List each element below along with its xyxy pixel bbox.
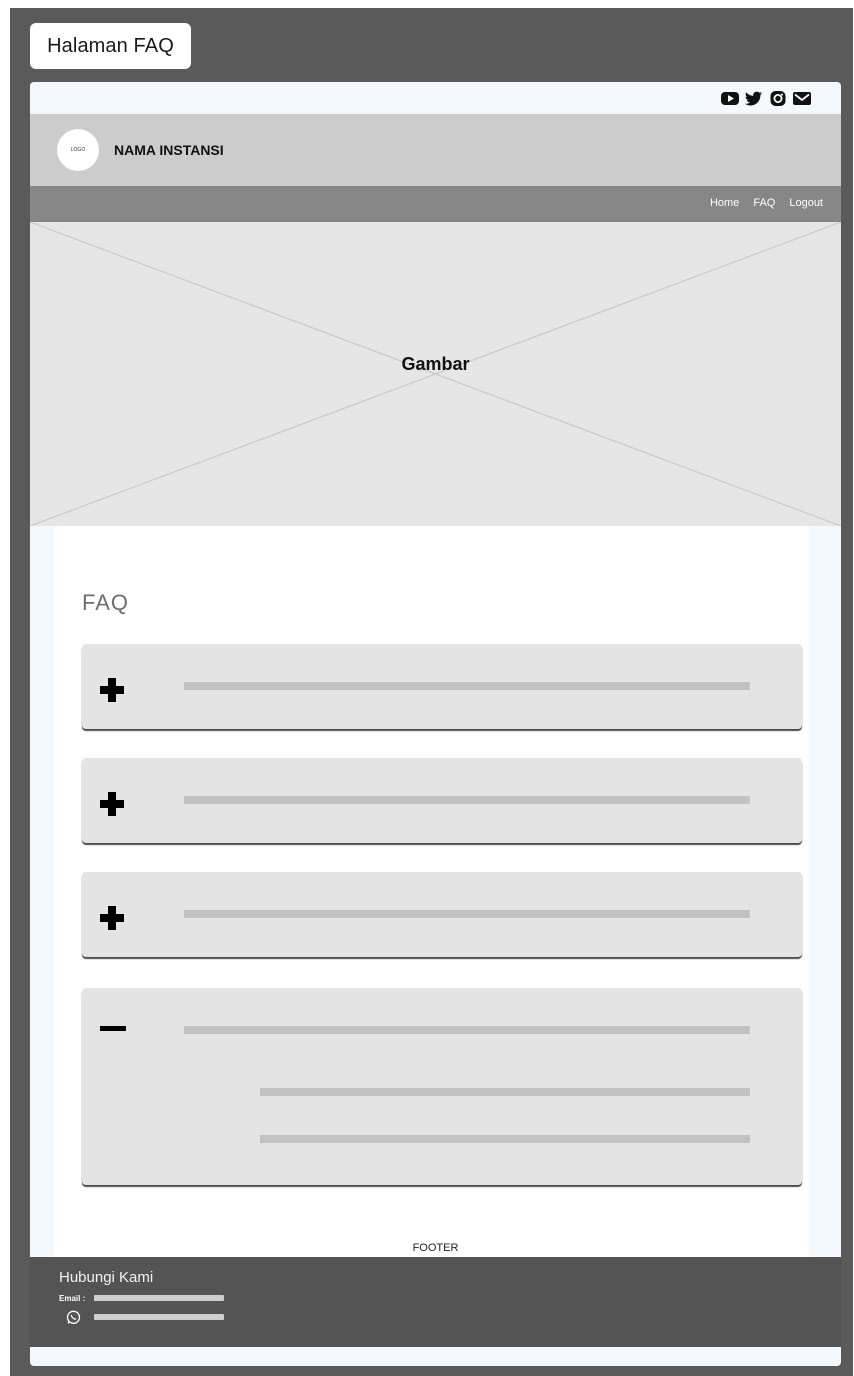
- minus-icon[interactable]: [98, 1016, 126, 1044]
- mail-icon[interactable]: [793, 90, 811, 107]
- social-topbar: [30, 82, 841, 114]
- nav-links: Home FAQ Logout: [710, 197, 823, 209]
- page-window: LOGO NAMA INSTANSI Home FAQ Logout Gamba…: [30, 82, 841, 1366]
- plus-icon[interactable]: [98, 790, 126, 818]
- plus-icon[interactable]: [98, 904, 126, 932]
- nav-faq-link[interactable]: FAQ: [753, 197, 775, 209]
- whatsapp-icon[interactable]: [66, 1310, 81, 1325]
- footer-email-label: Email :: [59, 1294, 86, 1303]
- footer-phone-placeholder: [94, 1314, 224, 1320]
- faq-question-placeholder: [184, 1026, 750, 1034]
- faq-section: FAQ: [54, 526, 809, 1257]
- faq-item-expanded[interactable]: [82, 988, 802, 1185]
- org-name: NAMA INSTANSI: [114, 142, 224, 158]
- footer-label: FOOTER: [412, 1242, 459, 1254]
- nav-logout-link[interactable]: Logout: [789, 197, 823, 209]
- instagram-icon[interactable]: [769, 90, 787, 107]
- site-header: LOGO NAMA INSTANSI: [30, 114, 841, 186]
- youtube-icon[interactable]: [721, 90, 739, 107]
- faq-question-placeholder: [184, 796, 750, 804]
- hero-image-placeholder: Gambar: [30, 222, 841, 526]
- hero-label: Gambar: [401, 354, 470, 374]
- logo[interactable]: LOGO: [57, 129, 99, 171]
- faq-question-placeholder: [184, 910, 750, 918]
- plus-icon[interactable]: [98, 676, 126, 704]
- faq-answer-placeholder: [260, 1135, 750, 1143]
- footer-title: Hubungi Kami: [59, 1269, 154, 1286]
- nav-home-link[interactable]: Home: [710, 197, 739, 209]
- nav-bar: Home FAQ Logout: [30, 186, 841, 222]
- faq-item[interactable]: [82, 644, 802, 729]
- faq-answer-placeholder: [260, 1088, 750, 1096]
- twitter-icon[interactable]: [745, 90, 763, 107]
- faq-item[interactable]: [82, 872, 802, 957]
- faq-question-placeholder: [184, 682, 750, 690]
- faq-item[interactable]: [82, 758, 802, 843]
- page-title-tab[interactable]: Halaman FAQ: [30, 23, 191, 69]
- site-footer: Hubungi Kami Email :: [30, 1257, 841, 1347]
- faq-title: FAQ: [82, 590, 130, 615]
- social-links: [721, 90, 811, 107]
- footer-email-placeholder: [94, 1295, 224, 1301]
